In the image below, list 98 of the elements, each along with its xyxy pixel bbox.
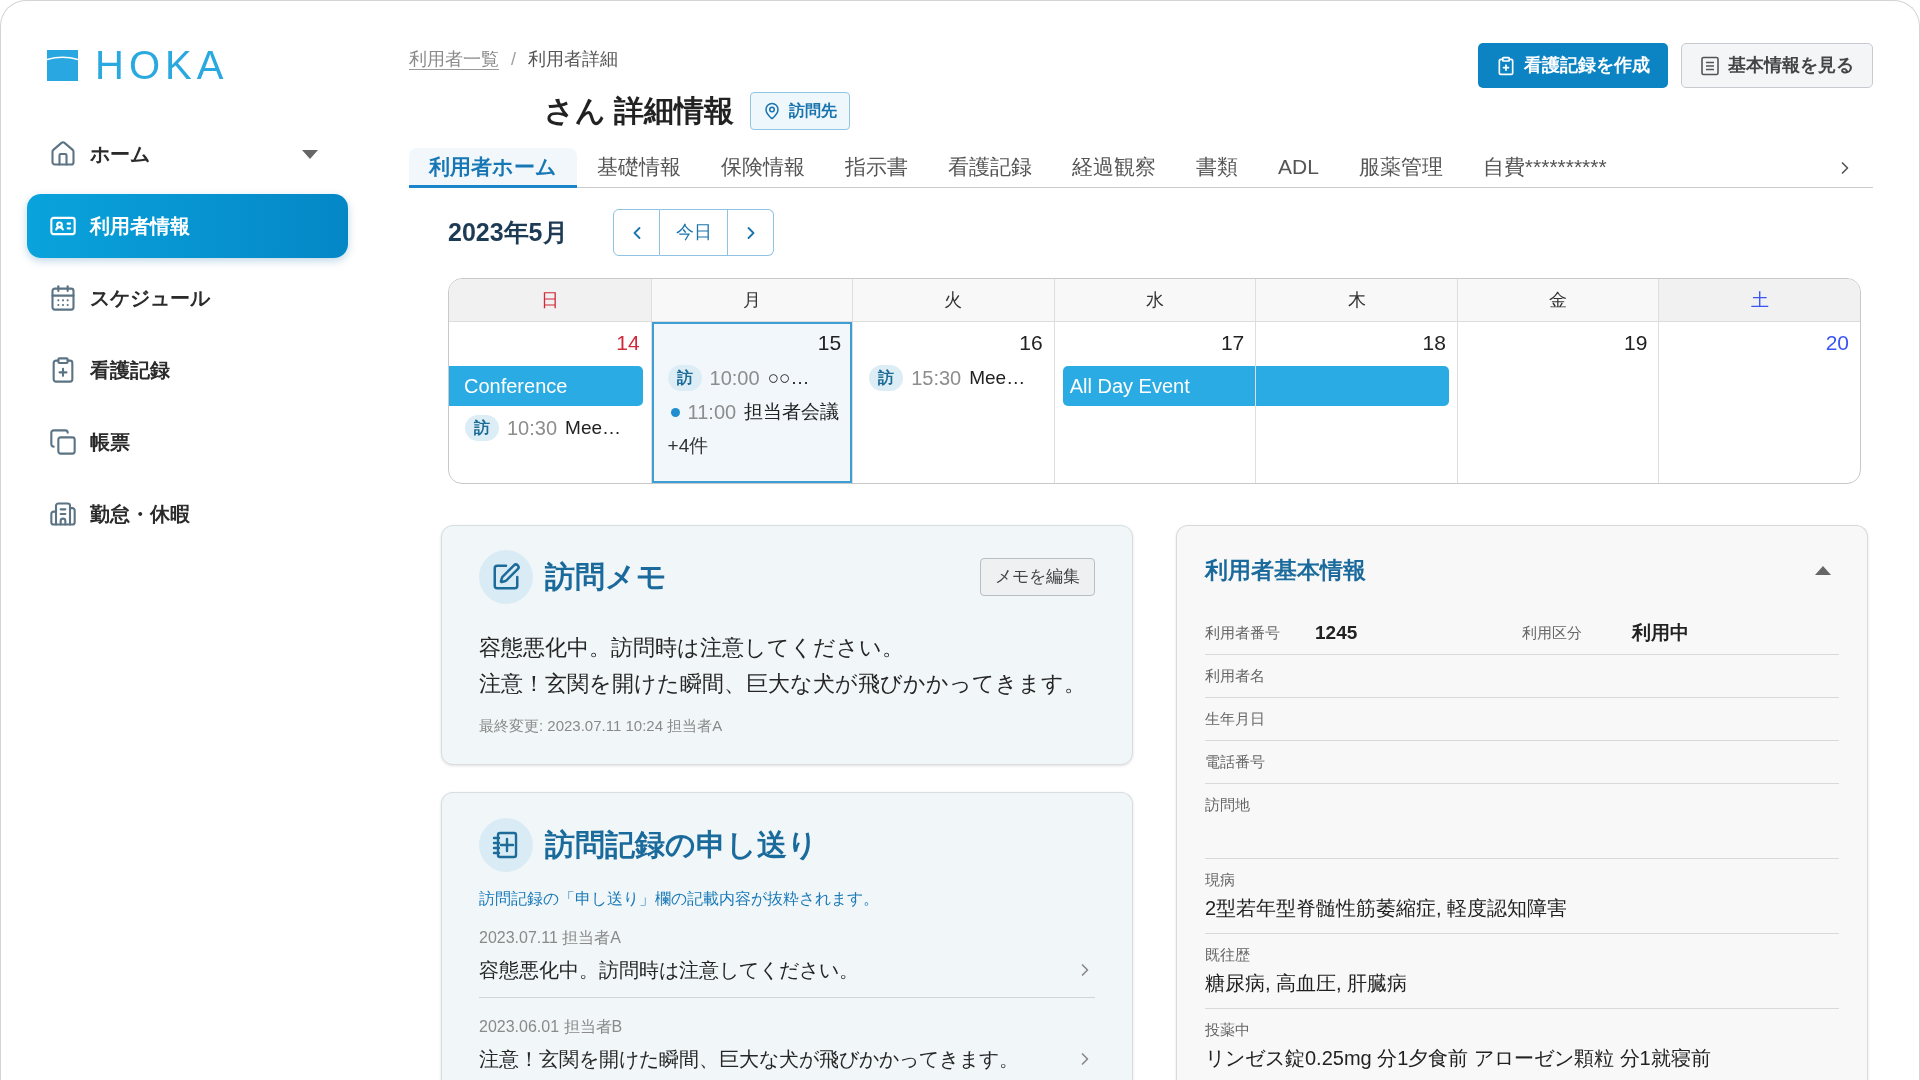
tab[interactable]: 自費********** [1462,148,1627,188]
field-label: 現病 [1205,871,1235,889]
day-cell[interactable]: 16 訪 15:30 Mee… [852,322,1054,483]
handover-text: 注意！玄関を開けた瞬間、巨大な犬が飛びかかってきます。 [479,1047,1019,1072]
field-label: 既往歴 [1205,946,1250,964]
tab[interactable]: 看護記録 [928,148,1052,188]
sidebar-item[interactable]: 帳票 [27,410,348,474]
more-events-link[interactable]: +4件 [667,429,709,463]
breadcrumb-separator: / [511,47,516,71]
field-value: 1245 [1315,620,1358,645]
notebook-plus-icon [479,818,533,872]
create-record-button[interactable]: 看護記録を作成 [1478,43,1668,88]
breadcrumb-link[interactable]: 利用者一覧 [409,45,499,73]
page-title: さん 詳細情報 [544,93,735,129]
event-time: 10:30 [507,416,558,441]
tab[interactable]: 指示書 [825,148,928,188]
clipboard-plus-icon [1496,55,1516,76]
panel-title: 利用者基本情報 [1205,556,1366,585]
field-label: 生年月日 [1205,708,1265,729]
day-cell[interactable]: 19 [1456,322,1659,483]
memo-text: 容態悪化中。訪問時は注意してください。 [479,634,905,662]
tab[interactable]: 基礎情報 [577,148,701,188]
sidebar-item[interactable]: 勤怠・休暇 [27,482,348,546]
tab[interactable]: ADL [1258,148,1339,188]
weekday-header: 土 [1658,279,1860,321]
house-icon [49,140,77,168]
day-number: 15 [817,330,842,356]
logo-text: HOKA [95,48,229,82]
day-number: 16 [1019,330,1043,356]
handover-meta: 2023.06.01 担当者B [479,1017,623,1037]
tab[interactable]: 保険情報 [701,148,825,188]
calendar-month: 2023年5月 [448,216,569,248]
day-number: 17 [1220,330,1245,356]
field-value: 糖尿病, 高血圧, 肝臓病 [1205,971,1408,996]
visit-tag: 訪 [465,415,499,441]
event-time: 15:30 [911,366,962,391]
map-pin-icon [763,102,782,120]
event-title[interactable]: Mee… [565,413,622,443]
field-label: 利用者番号 [1205,622,1280,643]
handover-meta: 2023.07.11 担当者A [479,928,621,948]
sidebar-item[interactable]: 看護記録 [27,338,348,402]
weekday-header: 水 [1053,279,1256,321]
field-value: 利用中 [1632,620,1689,645]
event-title[interactable]: Mee… [969,363,1026,393]
event-title[interactable]: ○○… [767,363,810,393]
field-label: 訪問地 [1205,796,1250,814]
sidebar-item[interactable]: ホーム [27,122,348,186]
weekday-header: 木 [1255,279,1457,321]
event-time: 11:00 [687,400,737,425]
visit-tag: 訪 [869,365,904,391]
event-time: 10:00 [709,366,760,391]
field-value: リンゼス錠0.25mg 分1夕食前 アローゼン顆粒 分1就寝前 [1205,1046,1711,1071]
square-pen-icon [479,550,533,604]
logo-icon [47,49,78,81]
tab[interactable]: 服薬管理 [1338,148,1463,188]
view-info-button[interactable]: 基本情報を見る [1681,43,1873,88]
handover-description: 訪問記録の「申し送り」欄の記載内容が抜粋されます。 [479,889,880,909]
card-title: 訪問記録の申し送り [545,827,818,863]
visit-tag: 訪 [667,365,702,391]
day-cell[interactable]: 18 [1255,322,1457,483]
event-title[interactable]: 担当者会議 [744,397,840,427]
location-badge[interactable]: 訪問先 [750,92,851,130]
field-value: 2型若年型脊髄性筋萎縮症, 軽度認知障害 [1205,896,1568,921]
edit-memo-button[interactable]: メモを編集 [980,558,1095,596]
tab[interactable]: 書類 [1176,148,1258,188]
weekday-header: 金 [1456,279,1659,321]
next-button[interactable] [728,209,774,256]
document-lines-icon [1700,55,1720,76]
day-cell[interactable]: 15 訪 10:00 ○○… 11:00 担当者会議 +4件 [650,322,853,483]
field-label: 利用区分 [1522,622,1582,643]
last-updated-text: 最終変更: 2023.07.11 10:24 担当者A [479,716,724,736]
handover-text: 容態悪化中。訪問時は注意してください。 [479,958,859,983]
field-label: 投薬中 [1205,1021,1250,1039]
calendar-icon [49,284,77,312]
weekday-header: 日 [449,279,651,321]
breadcrumb-current: 利用者詳細 [528,47,618,71]
field-label: 利用者名 [1205,665,1265,686]
today-button[interactable]: 今日 [660,209,728,256]
field-label: 電話番号 [1205,751,1265,772]
day-cell[interactable]: 20 [1658,322,1860,483]
day-number: 20 [1825,330,1849,356]
tab[interactable]: 経過観察 [1052,148,1176,188]
previous-button[interactable] [613,209,660,256]
weekday-header: 月 [650,279,853,321]
memo-text: 注意！玄関を開けた瞬間、巨大な犬が飛びかかってきます。 [479,670,1087,698]
weekday-header: 火 [852,279,1054,321]
day-number: 14 [616,330,640,356]
caret-up-icon[interactable] [1815,565,1831,575]
documents-icon [49,428,77,456]
day-number: 18 [1422,330,1446,356]
day-number: 19 [1624,330,1648,356]
tab[interactable]: 利用者ホーム [409,148,577,188]
day-cell[interactable]: 17 All Day Event [1053,322,1256,483]
card-title: 訪問メモ [545,559,667,595]
building-icon [49,500,77,528]
caret-down-icon[interactable] [302,149,318,159]
sidebar-item[interactable]: スケジュール [27,266,348,330]
day-cell[interactable]: 14 Conference 訪 10:30 Mee… [449,322,651,483]
